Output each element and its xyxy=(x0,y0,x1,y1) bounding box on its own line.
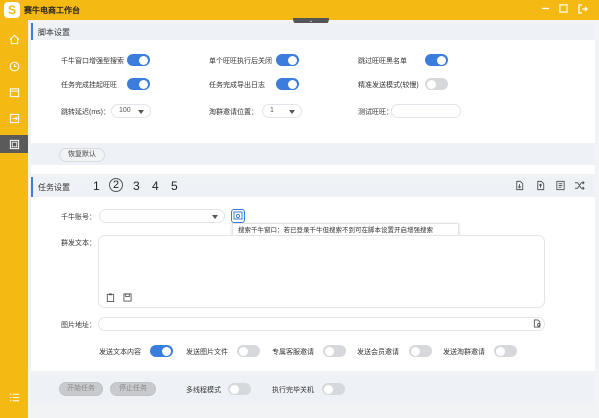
start-task-button[interactable]: 开始任务 xyxy=(59,382,103,396)
monitor-icon xyxy=(9,139,19,149)
tab-1[interactable]: 1 xyxy=(93,179,100,193)
toggle-label: 单个旺旺执行后关闭 xyxy=(209,58,272,65)
send-image-toggle[interactable] xyxy=(237,345,260,357)
toggle-label: 跳过旺旺黑名单 xyxy=(358,58,407,65)
restore-default-button[interactable]: 恢复默认 xyxy=(59,148,105,162)
app-title: 赛牛电商工作台 xyxy=(24,6,80,15)
import-icon[interactable] xyxy=(514,180,525,191)
save-icon[interactable] xyxy=(123,293,132,302)
suspend-wangwang-toggle[interactable] xyxy=(127,78,150,90)
shutdown-toggle[interactable] xyxy=(322,383,345,395)
list-icon xyxy=(9,393,19,401)
script-settings-title: 脚本设置 xyxy=(38,28,70,37)
maximize-icon[interactable] xyxy=(559,4,568,17)
sidebar-item-calendar[interactable] xyxy=(0,83,28,101)
exclusive-service-toggle[interactable] xyxy=(323,345,346,357)
toggle-label: 千牛窗口增强型搜索 xyxy=(61,58,124,65)
toggle-label: 发送淘群邀请 xyxy=(443,349,485,356)
image-address-input[interactable] xyxy=(98,317,545,331)
taoqun-invite-toggle[interactable] xyxy=(494,345,517,357)
sidebar-item-menu[interactable] xyxy=(0,388,28,406)
tab-5[interactable]: 5 xyxy=(171,179,178,193)
member-invite-toggle[interactable] xyxy=(409,345,432,357)
sidebar-item-monitor[interactable] xyxy=(0,135,28,153)
multithread-label: 多线程模式 xyxy=(186,387,221,394)
paste-icon[interactable] xyxy=(106,293,115,302)
toggle-label: 专属客服邀请 xyxy=(272,349,314,356)
minimize-icon[interactable] xyxy=(541,4,550,17)
jump-delay-select[interactable]: 100 xyxy=(111,104,151,118)
sidebar-item-schedule[interactable] xyxy=(0,57,28,75)
test-wangwang-input[interactable] xyxy=(391,104,461,118)
app-window: S 赛牛电商工作台 ⌄ 脚本设置 千牛窗口增强型搜索 单个旺旺执行后关闭 跳过旺… xyxy=(0,0,599,418)
export-file-icon[interactable] xyxy=(535,180,546,191)
invite-position-select[interactable]: 1 xyxy=(262,104,302,118)
sidebar-item-home[interactable] xyxy=(0,30,28,48)
precise-send-toggle[interactable] xyxy=(425,78,448,90)
tab-2[interactable]: 2 xyxy=(109,178,123,192)
script-settings-header: 脚本设置 xyxy=(31,23,595,40)
chevron-down-icon xyxy=(138,110,144,114)
calendar-icon xyxy=(9,87,19,97)
shutdown-label: 执行完毕关机 xyxy=(272,387,314,394)
tab-3[interactable]: 3 xyxy=(133,179,140,193)
home-icon xyxy=(9,34,19,44)
toggle-label: 发送文本内容 xyxy=(99,349,141,356)
tab-4[interactable]: 4 xyxy=(152,179,159,193)
jump-delay-label: 跳转延迟(ms)： xyxy=(61,109,110,116)
toggle-label: 精准发送模式(较慢) xyxy=(358,82,419,89)
stop-task-button[interactable]: 停止任务 xyxy=(110,382,156,396)
image-address-label: 图片地址： xyxy=(61,322,96,329)
multithread-toggle[interactable] xyxy=(228,383,251,395)
chevron-down-icon xyxy=(212,215,218,219)
export-icon xyxy=(9,113,19,123)
enhanced-search-toggle[interactable] xyxy=(127,54,150,66)
group-text-label: 群发文本： xyxy=(61,240,96,247)
chevron-down-icon xyxy=(289,110,295,114)
document-icon[interactable] xyxy=(555,180,566,191)
task-settings-title: 任务设置 xyxy=(38,183,70,192)
folder-open-icon[interactable] xyxy=(533,319,542,328)
clock-icon xyxy=(9,61,19,71)
title-bar: S 赛牛电商工作台 xyxy=(0,0,599,20)
toggle-label: 任务完成挂起旺旺 xyxy=(61,82,117,89)
toggle-label: 任务完成导出日志 xyxy=(209,82,265,89)
invite-position-label: 淘群邀请位置： xyxy=(209,109,258,116)
exit-icon[interactable] xyxy=(578,4,588,18)
restore-bar xyxy=(31,143,595,165)
skip-blacklist-toggle[interactable] xyxy=(425,54,448,66)
sidebar xyxy=(0,20,28,418)
app-logo-icon: S xyxy=(4,2,20,18)
shuffle-icon[interactable] xyxy=(574,180,585,191)
account-label: 千牛账号： xyxy=(61,214,96,221)
group-text-area[interactable] xyxy=(98,235,545,308)
toggle-label: 发送图片文件 xyxy=(186,349,228,356)
close-after-run-toggle[interactable] xyxy=(276,54,299,66)
toggle-label: 发送会员邀请 xyxy=(357,349,399,356)
window-search-icon xyxy=(233,211,243,220)
account-select[interactable] xyxy=(99,209,225,223)
send-text-toggle[interactable] xyxy=(150,345,173,357)
search-window-button[interactable] xyxy=(231,209,245,223)
test-wangwang-label: 测试旺旺： xyxy=(358,109,393,116)
export-log-toggle[interactable] xyxy=(276,78,299,90)
sidebar-item-export[interactable] xyxy=(0,109,28,127)
